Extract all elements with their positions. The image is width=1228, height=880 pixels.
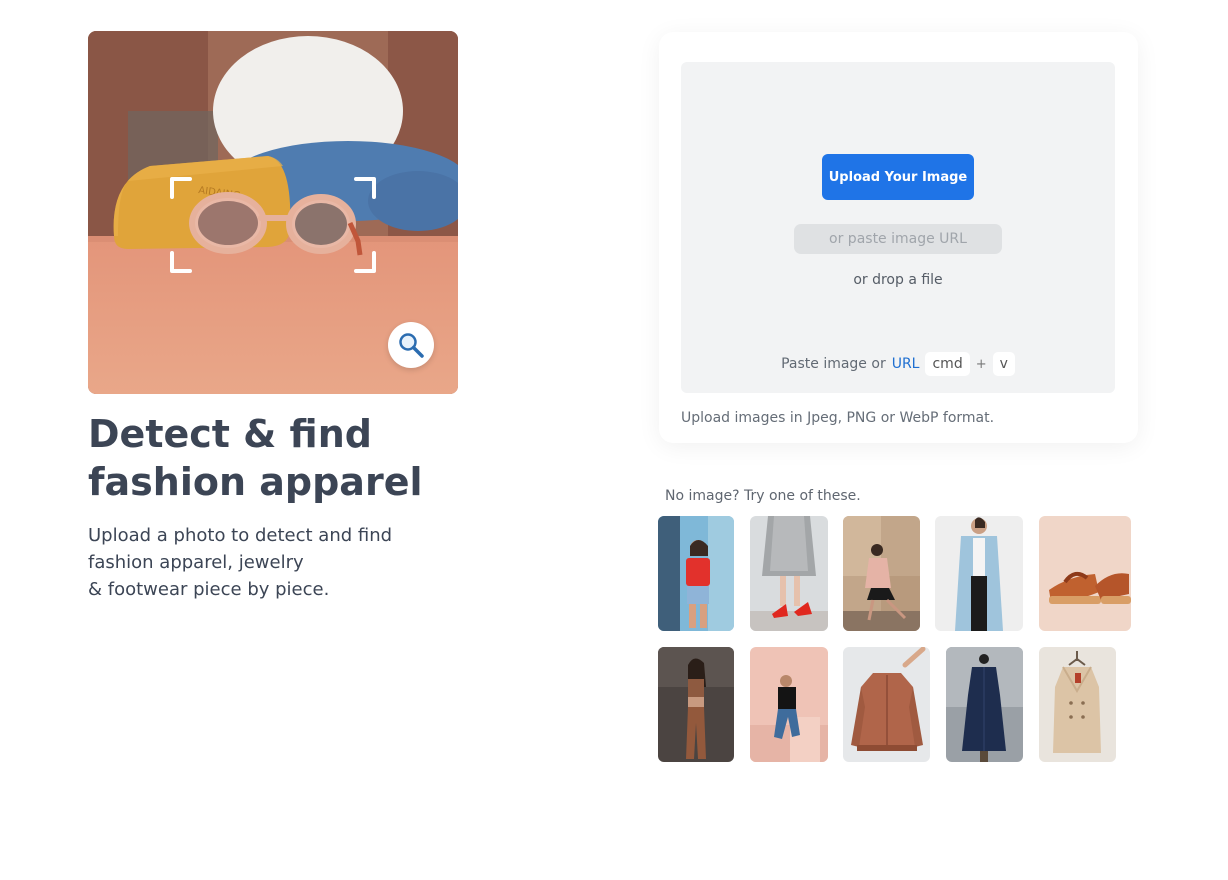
upload-image-button[interactable]: Upload Your Image [822, 154, 974, 200]
title-line-2: fashion apparel [88, 460, 423, 504]
sample-image-bomber-jacket [843, 647, 930, 762]
sample-thumb-5[interactable] [1039, 516, 1131, 631]
title-line-1: Detect & find [88, 412, 372, 456]
paste-url-link[interactable]: URL [892, 356, 920, 372]
sample-thumb-1[interactable] [658, 516, 734, 631]
sample-image-pink-coat [843, 516, 920, 631]
sample-thumb-3[interactable] [843, 516, 920, 631]
sample-image-athletic-set [658, 647, 734, 762]
sample-thumb-10[interactable] [1039, 647, 1116, 762]
sample-image-trench-coat [1039, 647, 1116, 762]
paste-hint: Paste image or URL cmd + v [681, 352, 1115, 376]
paste-hint-text: Paste image or [781, 356, 886, 372]
page-subtitle: Upload a photo to detect and find fashio… [88, 522, 448, 603]
samples-label: No image? Try one of these. [665, 488, 861, 504]
subtitle-line-3: & footwear piece by piece. [88, 579, 330, 600]
image-url-input[interactable] [794, 224, 1002, 254]
formats-note: Upload images in Jpeg, PNG or WebP forma… [681, 410, 995, 426]
sample-thumb-2[interactable] [750, 516, 828, 631]
drop-zone[interactable]: Upload Your Image or drop a file Paste i… [681, 62, 1115, 393]
zoom-search-button[interactable] [388, 322, 434, 368]
magnifier-icon [399, 333, 424, 358]
page-title: Detect & find fashion apparel [88, 410, 508, 506]
subtitle-line-1: Upload a photo to detect and find [88, 525, 393, 546]
sample-thumb-6[interactable] [658, 647, 734, 762]
sample-thumb-4[interactable] [935, 516, 1023, 631]
drop-file-text: or drop a file [853, 272, 943, 288]
sample-image-red-heels [750, 516, 828, 631]
sample-image-blue-coat [935, 516, 1023, 631]
sample-image-platform-sandals [1039, 516, 1131, 631]
cmd-key: cmd [925, 352, 970, 376]
hero-image: AIDAING [88, 31, 458, 394]
sample-thumb-8[interactable] [843, 647, 930, 762]
sample-image-black-tee-jeans [750, 647, 828, 762]
upload-card: Upload Your Image or drop a file Paste i… [659, 32, 1138, 443]
sample-thumb-9[interactable] [946, 647, 1023, 762]
subtitle-line-2: fashion apparel, jewelry [88, 552, 304, 573]
v-key: v [992, 352, 1015, 376]
sample-image-street-style [658, 516, 734, 631]
sample-thumb-7[interactable] [750, 647, 828, 762]
sample-image-navy-dress [946, 647, 1023, 762]
key-plus: + [975, 356, 987, 372]
